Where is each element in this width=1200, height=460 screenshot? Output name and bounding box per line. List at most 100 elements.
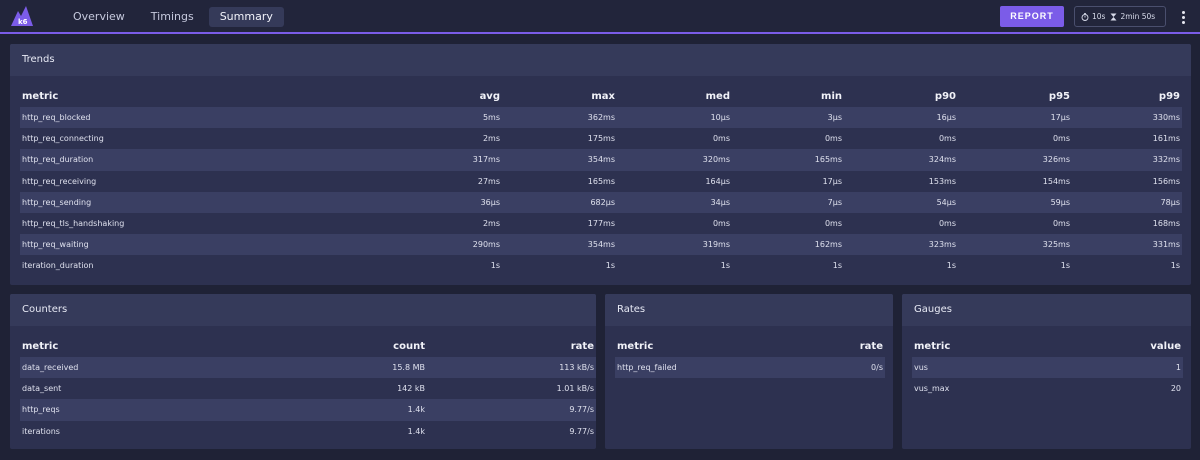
metric-name-cell: data_received bbox=[20, 357, 252, 379]
metric-value-cell: 1 bbox=[1052, 357, 1183, 379]
column-header[interactable]: rate bbox=[755, 335, 885, 357]
table-row: http_req_waiting 290ms 354ms 319ms 162ms 323m… bbox=[20, 234, 1182, 256]
table-row: iterations 1.4k 9.77/s bbox=[20, 421, 596, 442]
metric-name-cell: http_reqs bbox=[20, 399, 252, 421]
column-header[interactable]: metric bbox=[20, 335, 252, 357]
metric-value-cell: 168ms bbox=[1152, 219, 1180, 229]
tab-timings[interactable]: Timings bbox=[140, 7, 205, 27]
metric-value-cell: 142 kB bbox=[397, 384, 425, 394]
metric-value-cell: 2ms bbox=[482, 134, 500, 144]
column-header[interactable]: metric bbox=[912, 335, 1052, 357]
metric-value-cell: 1s bbox=[720, 261, 730, 271]
metric-value-cell: 36µs bbox=[386, 191, 502, 213]
metric-name-cell: http_req_connecting bbox=[22, 134, 104, 144]
metric-value-cell: 78µs bbox=[1072, 191, 1182, 213]
metric-value-cell: 54µs bbox=[844, 191, 958, 213]
metric-value-cell: 320ms bbox=[617, 149, 732, 171]
metric-value-cell: 0ms bbox=[824, 134, 842, 144]
metric-value-cell: 0ms bbox=[824, 219, 842, 229]
trends-body: http_req_blocked 5ms 362ms 10µs 3µs 16µs 17µs 3… bbox=[20, 107, 1182, 277]
metric-value-cell: 1s bbox=[605, 261, 615, 271]
table-row: http_req_connecting 2ms 175ms 0ms 0ms 0ms 0ms 1… bbox=[20, 128, 1182, 149]
metric-value-cell: 3µs bbox=[732, 107, 844, 129]
rates-card: Rates metric rate http_req_failed 0/s bbox=[605, 294, 893, 449]
table-row: http_req_blocked 5ms 362ms 10µs 3µs 16µs 17µs 3… bbox=[20, 107, 1182, 129]
metric-value-cell: 682µs bbox=[502, 191, 617, 213]
trends-table: metric avg max med min p90 p95 p99 http_… bbox=[20, 85, 1182, 277]
tab-overview[interactable]: Overview bbox=[62, 7, 136, 27]
table-row: http_req_receiving 27ms 165ms 164µs 17µs 153m… bbox=[20, 171, 1182, 192]
table-row: http_req_failed 0/s bbox=[615, 357, 885, 379]
metric-value-cell: 165ms bbox=[732, 149, 844, 171]
gauges-title: Gauges bbox=[902, 294, 1191, 326]
gauges-header-row: metric value bbox=[912, 335, 1183, 357]
timing-info[interactable]: 10s 2min 50s bbox=[1074, 6, 1166, 27]
column-header[interactable]: p99 bbox=[1072, 85, 1182, 107]
counters-body: data_received 15.8 MB 113 kB/s data_sent 142… bbox=[20, 357, 596, 442]
column-header[interactable]: metric bbox=[615, 335, 755, 357]
metric-value-cell: 1s bbox=[490, 261, 500, 271]
metric-value-cell: 175ms bbox=[587, 134, 615, 144]
metric-name-cell: http_req_tls_handshaking bbox=[22, 219, 125, 229]
metric-value-cell: 20 bbox=[1170, 384, 1181, 394]
table-row: iteration_duration 1s 1s 1s 1s 1s 1s 1s bbox=[20, 255, 1182, 276]
column-header[interactable]: count bbox=[252, 335, 427, 357]
metric-value-cell: 2ms bbox=[482, 219, 500, 229]
column-header[interactable]: rate bbox=[427, 335, 596, 357]
tab-summary[interactable]: Summary bbox=[208, 7, 284, 27]
metric-value-cell: 0ms bbox=[712, 134, 730, 144]
metric-value-cell: 9.77/s bbox=[569, 426, 594, 436]
metric-value-cell: 164µs bbox=[705, 176, 730, 186]
column-header[interactable]: med bbox=[617, 85, 732, 107]
metric-value-cell: 325ms bbox=[958, 234, 1072, 256]
rates-body: http_req_failed 0/s bbox=[615, 357, 885, 379]
metric-value-cell: 362ms bbox=[502, 107, 617, 129]
metric-value-cell: 1s bbox=[1060, 261, 1070, 271]
metric-value-cell: 354ms bbox=[502, 234, 617, 256]
column-header[interactable]: p95 bbox=[958, 85, 1072, 107]
metric-value-cell: 17µs bbox=[958, 107, 1072, 129]
metric-value-cell: 332ms bbox=[1072, 149, 1182, 171]
table-row: http_req_duration 317ms 354ms 320ms 165ms 324… bbox=[20, 149, 1182, 171]
rates-table: metric rate http_req_failed 0/s bbox=[615, 335, 885, 379]
metric-value-cell: 323ms bbox=[844, 234, 958, 256]
counters-title: Counters bbox=[10, 294, 596, 326]
metric-value-cell: 161ms bbox=[1152, 134, 1180, 144]
report-button[interactable]: REPORT bbox=[1000, 6, 1064, 27]
metric-value-cell: 0/s bbox=[755, 357, 885, 379]
metric-value-cell: 354ms bbox=[502, 149, 617, 171]
column-header[interactable]: metric bbox=[20, 85, 386, 107]
metric-value-cell: 0ms bbox=[1052, 219, 1070, 229]
metric-value-cell: 1s bbox=[946, 261, 956, 271]
column-header[interactable]: max bbox=[502, 85, 617, 107]
metric-value-cell: 1s bbox=[832, 261, 842, 271]
column-header[interactable]: min bbox=[732, 85, 844, 107]
metric-value-cell: 1s bbox=[1170, 261, 1180, 271]
metric-value-cell: 153ms bbox=[928, 176, 956, 186]
column-header[interactable]: p90 bbox=[844, 85, 958, 107]
k6-logo[interactable]: k6 bbox=[10, 5, 34, 27]
metric-value-cell: 17µs bbox=[822, 176, 842, 186]
metric-value-cell: 290ms bbox=[386, 234, 502, 256]
table-row: http_req_sending 36µs 682µs 34µs 7µs 54µs 59µs… bbox=[20, 191, 1182, 213]
metric-name-cell: http_req_receiving bbox=[22, 176, 97, 186]
table-row: http_reqs 1.4k 9.77/s bbox=[20, 399, 596, 421]
counters-table: metric count rate data_received 15.8 MB 11… bbox=[20, 335, 596, 442]
more-menu-icon[interactable] bbox=[1176, 8, 1190, 26]
metric-value-cell: 154ms bbox=[1042, 176, 1070, 186]
metric-name-cell: vus_max bbox=[914, 384, 950, 394]
column-header[interactable]: avg bbox=[386, 85, 502, 107]
column-header[interactable]: value bbox=[1052, 335, 1183, 357]
table-row: http_req_tls_handshaking 2ms 177ms 0ms 0ms 0m… bbox=[20, 213, 1182, 234]
metric-value-cell: 59µs bbox=[958, 191, 1072, 213]
metric-value-cell: 16µs bbox=[844, 107, 958, 129]
metric-value-cell: 0ms bbox=[938, 219, 956, 229]
main-nav: Overview Timings Summary bbox=[62, 7, 284, 27]
stopwatch-icon bbox=[1081, 12, 1089, 21]
table-row: data_sent 142 kB 1.01 kB/s bbox=[20, 378, 596, 399]
metric-value-cell: 0ms bbox=[1052, 134, 1070, 144]
metric-value-cell: 0ms bbox=[712, 219, 730, 229]
metric-value-cell: 9.77/s bbox=[427, 399, 596, 421]
metric-name-cell: http_req_failed bbox=[615, 357, 755, 379]
metric-name-cell: vus bbox=[912, 357, 1052, 379]
